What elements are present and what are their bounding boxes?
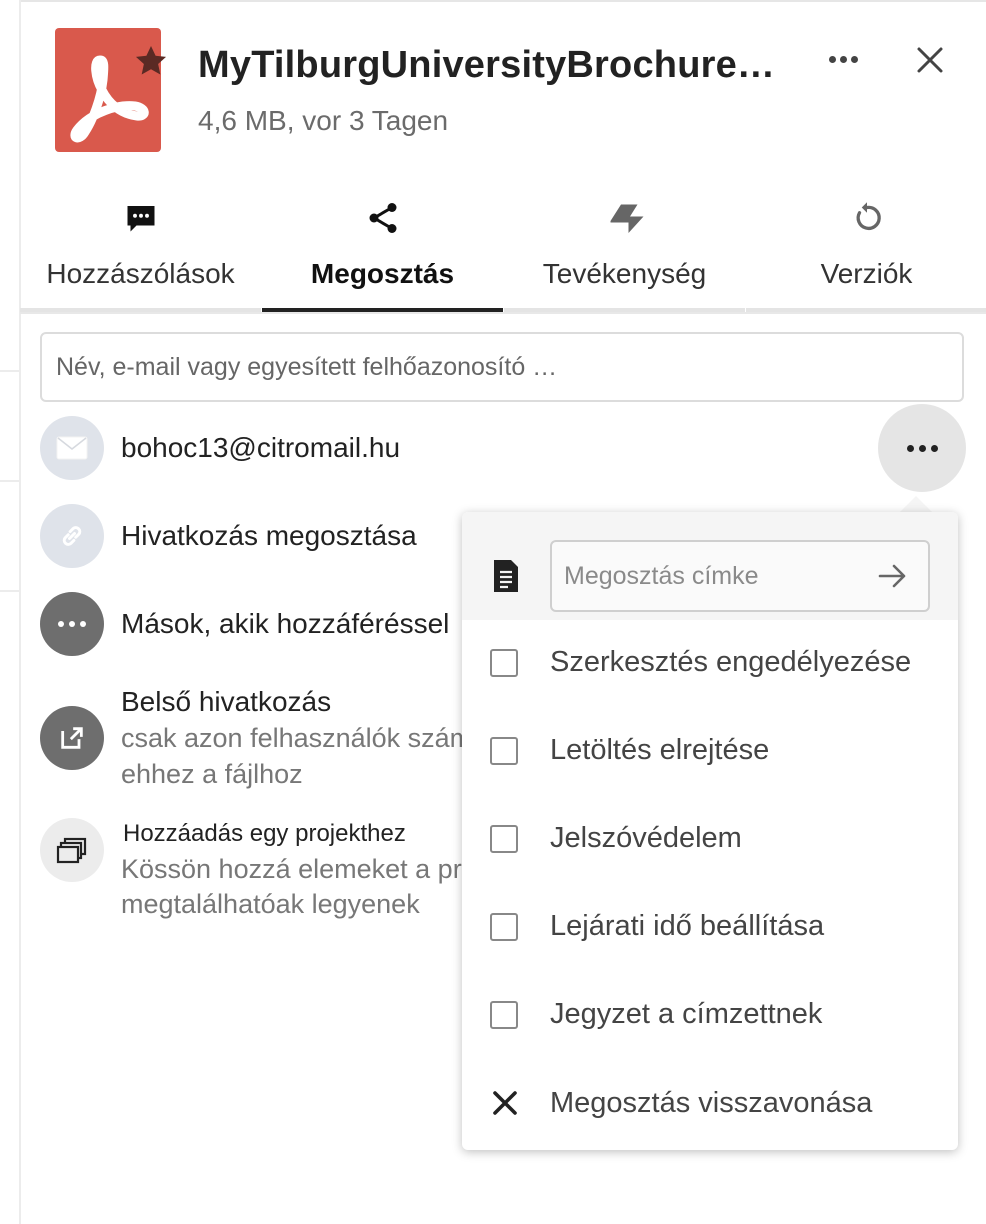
internal-link-title: Belső hivatkozás	[121, 686, 332, 717]
mail-icon	[56, 436, 88, 460]
tab-activity[interactable]: Tevékenység	[504, 190, 745, 312]
tab-label: Hozzászólások	[46, 258, 235, 289]
external-link-icon	[61, 727, 83, 749]
tab-underline	[262, 308, 503, 312]
tab-bar: Hozzászólások Megosztás Tevékenység Verz…	[20, 190, 986, 314]
close-button[interactable]	[908, 38, 952, 82]
close-icon	[490, 1088, 520, 1118]
share-label-row	[462, 512, 958, 620]
comment-icon	[123, 200, 159, 236]
header-more-button[interactable]	[820, 40, 866, 78]
dot	[839, 55, 847, 63]
option-label: Jelszóvédelem	[550, 822, 742, 854]
share-link-label[interactable]: Hivatkozás megosztása	[121, 520, 417, 552]
share-search-input[interactable]	[40, 332, 964, 402]
dot	[918, 444, 926, 452]
arrow-right-icon	[878, 564, 906, 588]
share-actions-button[interactable]	[878, 404, 966, 492]
checkbox[interactable]	[490, 825, 518, 853]
share-icon	[365, 200, 401, 236]
file-name: MyTilburgUniversityBrochure…	[198, 44, 776, 86]
others-avatar[interactable]	[40, 592, 104, 656]
password-protect-option[interactable]: Jelszóvédelem	[462, 797, 958, 885]
tab-label: Tevékenység	[542, 258, 707, 289]
projects-icon	[56, 837, 87, 864]
tab-versions[interactable]: Verziók	[746, 190, 986, 312]
unshare-option[interactable]: Megosztás visszavonása	[462, 1062, 958, 1150]
dot	[828, 55, 836, 63]
tab-underline	[20, 308, 261, 312]
dot	[930, 444, 938, 452]
activity-icon	[607, 200, 643, 236]
tab-label: Verziók	[820, 258, 913, 289]
history-icon	[849, 200, 885, 236]
link-icon	[62, 526, 82, 546]
left-panel-edge	[0, 0, 21, 1224]
file-meta: 4,6 MB, vor 3 Tagen	[198, 105, 449, 136]
share-recipient-email: bohoc13@citromail.hu	[121, 432, 401, 463]
tab-underline	[504, 308, 745, 312]
link-avatar[interactable]	[40, 504, 104, 568]
close-icon	[917, 47, 943, 73]
dot	[906, 444, 914, 452]
share-label-input[interactable]	[550, 540, 930, 612]
checkbox[interactable]	[490, 913, 518, 941]
option-label: Letöltés elrejtése	[550, 734, 770, 766]
document-icon	[492, 560, 520, 592]
tab-label: Megosztás	[310, 258, 455, 289]
top-border	[0, 0, 986, 2]
hide-download-option[interactable]: Letöltés elrejtése	[462, 709, 958, 797]
tab-underline	[746, 308, 986, 312]
tab-comments[interactable]: Hozzászólások	[20, 190, 261, 312]
tab-sharing[interactable]: Megosztás	[262, 190, 503, 312]
project-avatar[interactable]	[40, 818, 104, 882]
checkbox[interactable]	[490, 1001, 518, 1029]
internal-link-desc: ehhez a fájlhoz	[121, 759, 303, 789]
checkbox[interactable]	[490, 737, 518, 765]
share-options-menu: Szerkesztés engedélyezése Letöltés elrej…	[462, 512, 958, 1150]
option-label: Jegyzet a címzettnek	[550, 998, 823, 1030]
project-title: Hozzáadás egy projekthez	[123, 820, 406, 847]
option-label: Szerkesztés engedélyezése	[550, 646, 912, 678]
project-desc: megtalálhatóak legyenek	[121, 889, 420, 919]
allow-editing-option[interactable]: Szerkesztés engedélyezése	[462, 621, 958, 709]
star-icon[interactable]	[132, 42, 170, 80]
expiration-date-option[interactable]: Lejárati idő beállítása	[462, 885, 958, 973]
checkbox[interactable]	[490, 649, 518, 677]
others-with-access-label[interactable]: Mások, akik hozzáféréssel	[121, 608, 449, 640]
dot	[850, 55, 858, 63]
note-to-recipient-option[interactable]: Jegyzet a címzettnek	[462, 973, 958, 1061]
more-icon	[58, 621, 86, 627]
internal-link-avatar[interactable]	[40, 706, 104, 770]
submit-label-button[interactable]	[876, 560, 910, 592]
mail-avatar	[40, 416, 104, 480]
option-label: Lejárati idő beállítása	[550, 910, 825, 942]
option-label: Megosztás visszavonása	[550, 1087, 873, 1119]
